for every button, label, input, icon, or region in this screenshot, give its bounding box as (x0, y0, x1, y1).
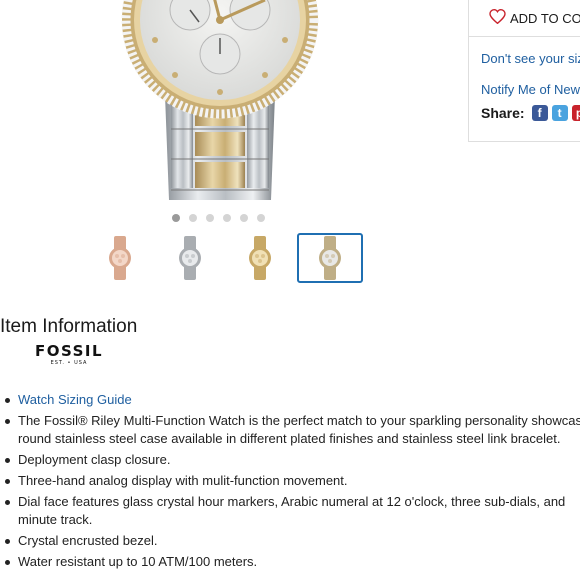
list-item: Deployment clasp closure. (0, 451, 580, 469)
list-item: The Fossil® Riley Multi-Function Watch i… (0, 412, 580, 448)
notify-me-link[interactable]: Notify Me of New S (481, 82, 580, 97)
watch-thumbnail-image (319, 236, 341, 280)
watch-image (121, 0, 319, 200)
share-row: Share: f t p (481, 105, 580, 121)
watch-thumbnail-image (179, 236, 201, 280)
list-item: Water resistant up to 10 ATM/100 meters. (0, 553, 580, 571)
list-item: Crystal encrusted bezel. (0, 532, 580, 550)
panel-divider (469, 36, 580, 37)
thumbnail-silver-watch[interactable] (157, 233, 223, 283)
brand-sub: EST. • USA (50, 360, 88, 366)
carousel-dot[interactable] (206, 214, 214, 222)
purchase-panel: ADD TO COLL Don't see your size Notify M… (468, 0, 580, 142)
thumbnail-gold-watch[interactable] (227, 233, 293, 283)
carousel-dot[interactable] (240, 214, 248, 222)
carousel-dot[interactable] (257, 214, 265, 222)
thumbnail-strip (87, 233, 367, 283)
product-image[interactable] (95, 0, 345, 205)
carousel-dot[interactable] (223, 214, 231, 222)
carousel-dot[interactable] (189, 214, 197, 222)
twitter-icon[interactable]: t (551, 105, 568, 121)
product-page: ADD TO COLL Don't see your size Notify M… (0, 0, 580, 580)
list-item: Three-hand analog display with mulit-fun… (0, 472, 580, 490)
pinterest-icon[interactable]: p (571, 105, 580, 121)
heart-icon (489, 8, 506, 27)
facebook-icon[interactable]: f (531, 105, 548, 121)
watch-thumbnail-image (249, 236, 271, 280)
thumbnail-two-tone-watch[interactable] (297, 233, 363, 283)
add-to-collection-label: ADD TO COLL (510, 10, 580, 26)
watch-thumbnail-image (109, 236, 131, 280)
dont-see-size-link[interactable]: Don't see your size (481, 51, 580, 66)
add-to-collection-button[interactable]: ADD TO COLL (489, 0, 580, 38)
list-item: Dial face features glass crystal hour ma… (0, 493, 578, 529)
watch-sizing-guide-link[interactable]: Watch Sizing Guide (18, 392, 132, 407)
item-information-heading: Item Information (0, 316, 138, 337)
thumbnail-rose-gold-watch[interactable] (87, 233, 153, 283)
carousel-dot[interactable] (172, 214, 180, 222)
brand-logo: FOSSIL EST. • USA (32, 343, 106, 367)
share-label: Share: (481, 105, 525, 121)
list-item: Watch Sizing Guide (0, 391, 580, 409)
brand-name: FOSSIL (34, 342, 104, 360)
carousel-dots (172, 214, 265, 222)
feature-list: Watch Sizing Guide The Fossil® Riley Mul… (0, 391, 580, 574)
